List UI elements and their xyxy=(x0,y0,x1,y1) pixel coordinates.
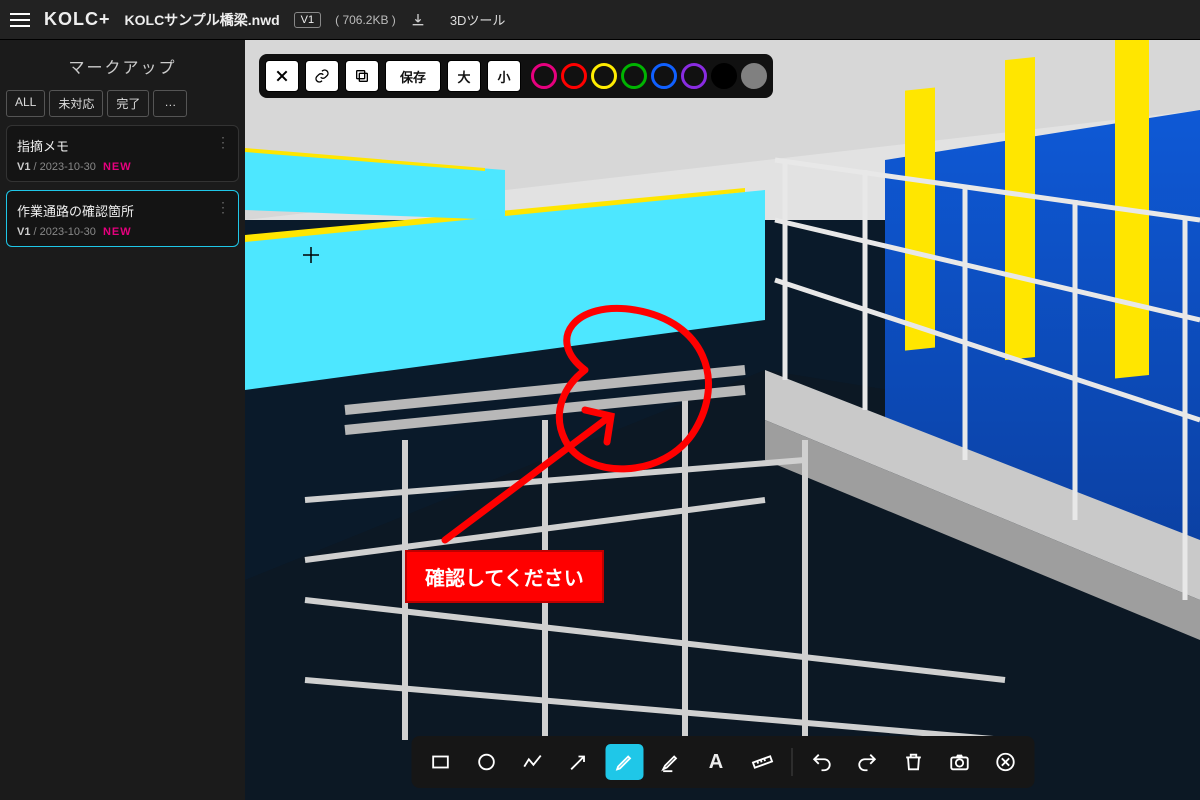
card-title: 指摘メモ xyxy=(17,136,228,155)
tool-ruler[interactable] xyxy=(743,744,781,780)
markup-bottom-toolbar: A xyxy=(411,736,1034,788)
card-meta: V1 / 2023-10-30 NEW xyxy=(17,226,228,238)
markup-top-toolbar: 保存 大 小 xyxy=(259,54,773,98)
filter-row: ALL 未対応 完了 … xyxy=(6,90,239,117)
sidebar: マークアップ ALL 未対応 完了 … ⋮ 指摘メモ V1 / 2023-10-… xyxy=(0,40,245,800)
trash-button[interactable] xyxy=(894,744,932,780)
swatch-blue[interactable] xyxy=(651,63,677,89)
card-title: 作業通路の確認箇所 xyxy=(17,201,228,220)
tool-circle[interactable] xyxy=(467,744,505,780)
tool-text[interactable]: A xyxy=(697,744,735,780)
tool-polyline[interactable] xyxy=(513,744,551,780)
close-button[interactable] xyxy=(265,60,299,92)
swatch-magenta[interactable] xyxy=(531,63,557,89)
color-swatches xyxy=(531,63,767,89)
filename: KOLCサンプル橋梁.nwd xyxy=(125,10,280,30)
size-small-button[interactable]: 小 xyxy=(487,60,521,92)
card-menu-icon[interactable]: ⋮ xyxy=(216,134,230,151)
camera-button[interactable] xyxy=(940,744,978,780)
filter-more[interactable]: … xyxy=(153,90,187,117)
card-meta: V1 / 2023-10-30 NEW xyxy=(17,161,228,173)
size-big-button[interactable]: 大 xyxy=(447,60,481,92)
version-badge[interactable]: V1 xyxy=(294,12,321,28)
app-logo: KOLC+ xyxy=(44,9,111,30)
link-button[interactable] xyxy=(305,60,339,92)
markup-card[interactable]: ⋮ 指摘メモ V1 / 2023-10-30 NEW xyxy=(6,125,239,182)
tool-highlight[interactable] xyxy=(651,744,689,780)
redo-button[interactable] xyxy=(848,744,886,780)
tool-label[interactable]: 3Dツール xyxy=(450,10,506,29)
swatch-grey[interactable] xyxy=(741,63,767,89)
file-size: ( 706.2KB ) xyxy=(335,13,396,27)
tool-rect[interactable] xyxy=(421,744,459,780)
menu-icon[interactable] xyxy=(10,13,30,27)
exit-button[interactable] xyxy=(986,744,1024,780)
undo-button[interactable] xyxy=(802,744,840,780)
sidebar-title: マークアップ xyxy=(6,48,239,82)
markup-card[interactable]: ⋮ 作業通路の確認箇所 V1 / 2023-10-30 NEW xyxy=(6,190,239,247)
3d-viewer[interactable]: 保存 大 小 確認してください xyxy=(245,40,1200,800)
separator xyxy=(791,748,792,776)
tool-pen[interactable] xyxy=(605,744,643,780)
filter-done[interactable]: 完了 xyxy=(107,90,149,117)
swatch-black[interactable] xyxy=(711,63,737,89)
annotation-label[interactable]: 確認してください xyxy=(405,550,604,603)
filter-pending[interactable]: 未対応 xyxy=(49,90,103,117)
swatch-purple[interactable] xyxy=(681,63,707,89)
download-icon[interactable] xyxy=(410,12,426,28)
swatch-green[interactable] xyxy=(621,63,647,89)
top-bar: KOLC+ KOLCサンプル橋梁.nwd V1 ( 706.2KB ) 3Dツー… xyxy=(0,0,1200,40)
scene-render xyxy=(245,40,1200,800)
save-button[interactable]: 保存 xyxy=(385,60,441,92)
copy-button[interactable] xyxy=(345,60,379,92)
card-menu-icon[interactable]: ⋮ xyxy=(216,199,230,216)
swatch-red[interactable] xyxy=(561,63,587,89)
tool-arrow[interactable] xyxy=(559,744,597,780)
filter-all[interactable]: ALL xyxy=(6,90,45,117)
swatch-yellow[interactable] xyxy=(591,63,617,89)
